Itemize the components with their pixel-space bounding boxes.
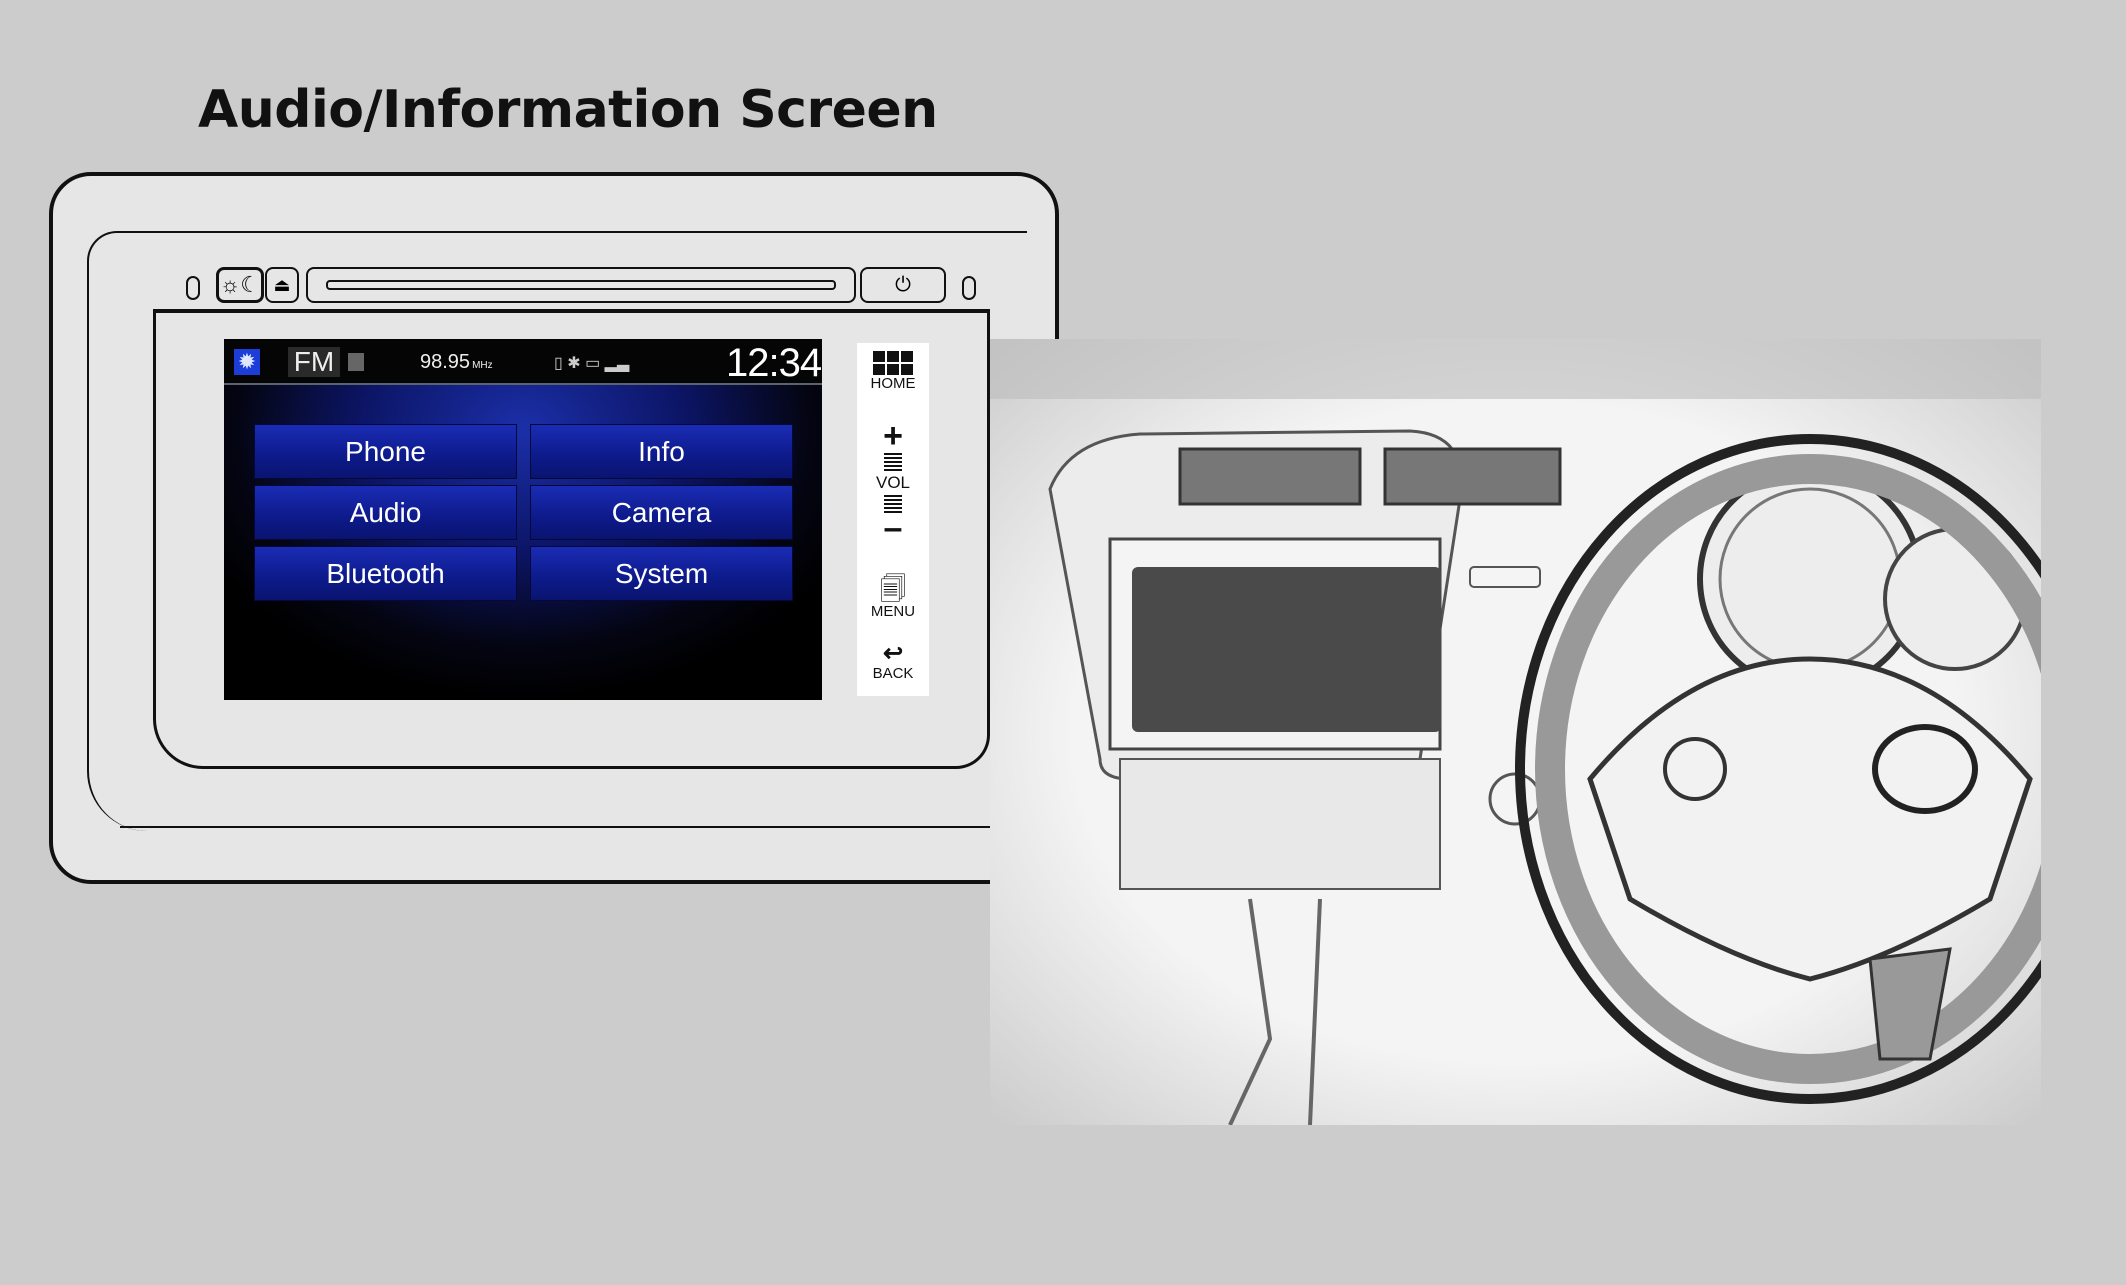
screen-location-highlight	[1132, 567, 1441, 732]
frequency: 98.95 MHz	[420, 351, 493, 374]
menu-camera-button[interactable]: Camera	[530, 485, 793, 540]
back-button[interactable]: ↩ BACK	[857, 640, 929, 683]
volume-down-icon: –	[883, 509, 903, 547]
status-bar: ✹ FM 98.95 MHz ▯ ✱ ▭ ▂▃ 12:34	[224, 339, 822, 385]
dash-frame-line	[120, 826, 1025, 828]
menu-info-button[interactable]: Info	[530, 424, 793, 479]
menu-phone-button[interactable]: Phone	[254, 424, 517, 479]
home-grid-icon	[873, 351, 913, 375]
air-vent-left	[1178, 447, 1362, 506]
settings-gear-icon[interactable]: ✹	[234, 349, 260, 375]
source-label: FM	[288, 347, 340, 377]
volume-control[interactable]: + VOL –	[857, 417, 929, 547]
menu-system-button[interactable]: System	[530, 546, 793, 601]
back-label: BACK	[872, 665, 914, 682]
air-vent-right	[1383, 447, 1562, 506]
disc-slot	[306, 267, 856, 303]
phone-bluetooth-battery-signal-icons: ▯ ✱ ▭ ▂▃	[554, 355, 630, 372]
frequency-unit: MHz	[472, 360, 493, 371]
menu-bluetooth-button[interactable]: Bluetooth	[254, 546, 517, 601]
power-icon: ⏻	[895, 273, 911, 296]
power-button[interactable]: ⏻	[860, 267, 946, 303]
home-label: HOME	[870, 375, 916, 392]
volume-bars-icon	[884, 453, 902, 471]
menu-button[interactable]: 🗐 MENU	[857, 575, 929, 620]
back-arrow-icon: ↩	[882, 640, 904, 667]
side-button-strip: HOME + VOL – 🗐 MENU ↩ BACK	[857, 343, 929, 696]
volume-up-icon: +	[883, 417, 903, 455]
eject-button[interactable]: ⏏	[265, 267, 299, 303]
dashboard-illustration	[990, 339, 2041, 1125]
touch-screen: ✹ FM 98.95 MHz ▯ ✱ ▭ ▂▃ 12:34 Phone Info …	[224, 339, 822, 700]
home-button[interactable]: HOME	[857, 351, 929, 392]
frequency-value: 98.95	[420, 351, 471, 373]
volume-label: VOL	[875, 473, 911, 492]
rds-icon	[348, 353, 364, 371]
day-night-button[interactable]: ☼☾	[216, 267, 264, 303]
clock: 12:34	[726, 341, 822, 385]
eject-icon: ⏏	[273, 274, 291, 295]
menu-icon: 🗐	[880, 574, 906, 604]
left-knob-icon	[186, 276, 200, 300]
menu-audio-button[interactable]: Audio	[254, 485, 517, 540]
page-title: Audio/Information Screen	[198, 80, 938, 140]
right-knob-icon	[962, 276, 976, 300]
sun-moon-icon: ☼☾	[220, 272, 260, 297]
menu-label: MENU	[870, 603, 916, 620]
